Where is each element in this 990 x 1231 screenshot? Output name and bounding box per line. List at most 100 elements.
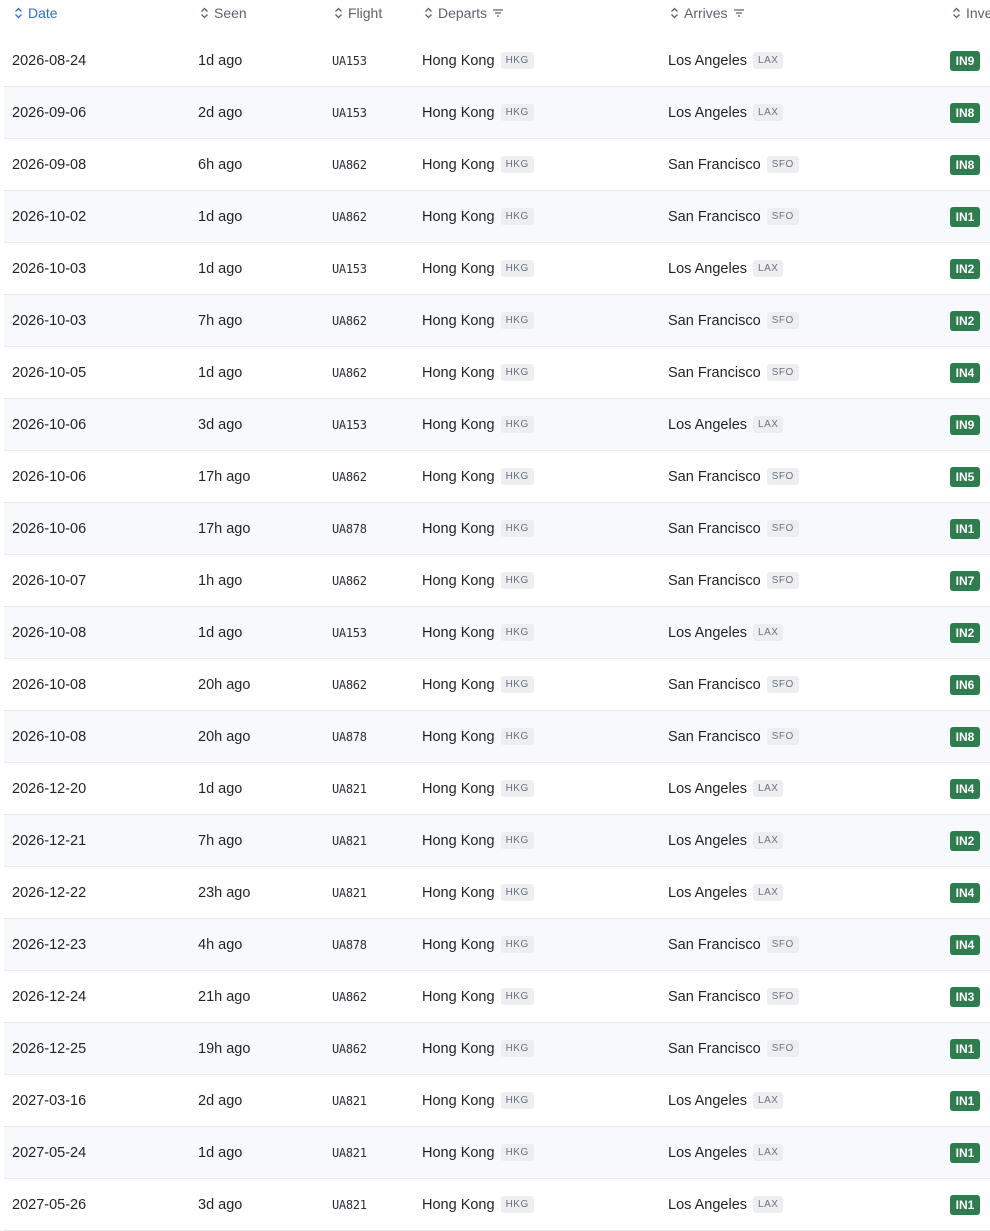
arrival-airport-code: LAX [753,416,784,433]
seen-cell: 3d ago [198,416,243,433]
arrival-city: San Francisco [668,364,761,381]
table-row[interactable]: 2026-10-06 3d ago UA153 Hong Kong HKG Lo… [4,399,990,451]
departs-cell: Hong Kong HKG [422,451,534,502]
inventory-badge: IN4 [950,362,980,383]
inventory-badge: IN1 [950,518,980,539]
table-row[interactable]: 2026-10-05 1d ago UA862 Hong Kong HKG Sa… [4,347,990,399]
departs-cell: Hong Kong HKG [422,711,534,762]
table-row[interactable]: 2026-10-08 1d ago UA153 Hong Kong HKG Lo… [4,607,990,659]
inventory-badge: IN4 [950,778,980,799]
departure-airport-code: HKG [500,676,534,693]
column-header-departs[interactable]: Departs [424,0,504,25]
arrival-city: San Francisco [668,520,761,537]
table-row[interactable]: 2027-05-24 1d ago UA821 Hong Kong HKG Lo… [4,1127,990,1179]
arrival-city: Los Angeles [668,1144,748,1161]
arrival-airport-code: LAX [753,624,784,641]
table-row[interactable]: 2026-10-06 17h ago UA862 Hong Kong HKG S… [4,451,990,503]
table-row[interactable]: 2026-09-06 2d ago UA153 Hong Kong HKG Lo… [4,87,990,139]
inventory-cell: IN1 [950,503,980,554]
arrives-cell: Los Angeles LAX [668,1127,784,1178]
departs-cell: Hong Kong HKG [422,763,534,814]
arrival-airport-code: LAX [753,1196,784,1213]
table-row[interactable]: 2026-10-06 17h ago UA878 Hong Kong HKG S… [4,503,990,555]
date-cell: 2026-12-21 [12,832,87,849]
arrival-airport-code: LAX [753,1092,784,1109]
inventory-cell: IN9 [950,35,980,86]
arrives-cell: San Francisco SFO [668,919,799,970]
departure-city: Hong Kong [422,884,495,901]
departure-airport-code: HKG [500,104,534,121]
inventory-cell: IN1 [950,191,980,242]
filter-icon[interactable] [492,8,504,18]
table-row[interactable]: 2026-12-23 4h ago UA878 Hong Kong HKG Sa… [4,919,990,971]
column-header-inventory[interactable]: Inve [952,0,990,25]
table-row[interactable]: 2027-05-26 3d ago UA821 Hong Kong HKG Lo… [4,1179,990,1231]
departure-city: Hong Kong [422,624,495,641]
column-header-date[interactable]: Date [14,0,58,25]
table-row[interactable]: 2026-12-21 7h ago UA821 Hong Kong HKG Lo… [4,815,990,867]
arrives-cell: Los Angeles LAX [668,763,784,814]
filter-icon[interactable] [733,8,745,18]
sort-icon [670,7,679,19]
arrives-cell: San Francisco SFO [668,295,799,346]
inventory-cell: IN1 [950,1023,980,1074]
seen-cell: 2d ago [198,104,243,121]
inventory-cell: IN2 [950,295,980,346]
table-row[interactable]: 2026-12-24 21h ago UA862 Hong Kong HKG S… [4,971,990,1023]
arrives-cell: Los Angeles LAX [668,87,784,138]
table-row[interactable]: 2026-08-24 1d ago UA153 Hong Kong HKG Lo… [4,35,990,87]
arrives-cell: San Francisco SFO [668,503,799,554]
departs-cell: Hong Kong HKG [422,815,534,866]
flight-number-cell: UA153 [332,261,367,276]
table-row[interactable]: 2027-03-16 2d ago UA821 Hong Kong HKG Lo… [4,1075,990,1127]
departs-cell: Hong Kong HKG [422,867,534,918]
table-row[interactable]: 2026-10-03 1d ago UA153 Hong Kong HKG Lo… [4,243,990,295]
arrival-city: San Francisco [668,156,761,173]
inventory-cell: IN2 [950,815,980,866]
column-header-arrives[interactable]: Arrives [670,0,745,25]
arrives-cell: Los Angeles LAX [668,1075,784,1126]
arrival-city: San Francisco [668,676,761,693]
date-cell: 2026-10-08 [12,624,87,641]
table-row[interactable]: 2026-12-22 23h ago UA821 Hong Kong HKG L… [4,867,990,919]
inventory-badge: IN5 [950,466,980,487]
table-row[interactable]: 2026-12-25 19h ago UA862 Hong Kong HKG S… [4,1023,990,1075]
flight-number-cell: UA153 [332,53,367,68]
inventory-cell: IN4 [950,919,980,970]
arrival-airport-code: SFO [766,1040,799,1057]
inventory-badge: IN1 [950,1090,980,1111]
seen-cell: 19h ago [198,1040,251,1057]
arrives-cell: San Francisco SFO [668,659,799,710]
departs-cell: Hong Kong HKG [422,87,534,138]
arrival-city: Los Angeles [668,260,748,277]
table-row[interactable]: 2026-12-20 1d ago UA821 Hong Kong HKG Lo… [4,763,990,815]
seen-cell: 3d ago [198,1196,243,1213]
date-cell: 2027-03-16 [12,1092,87,1109]
inventory-badge: IN1 [950,206,980,227]
arrival-city: San Francisco [668,208,761,225]
seen-cell: 20h ago [198,676,251,693]
inventory-cell: IN9 [950,399,980,450]
arrival-airport-code: LAX [753,1144,784,1161]
arrival-airport-code: SFO [766,676,799,693]
departure-city: Hong Kong [422,156,495,173]
inventory-cell: IN3 [950,971,980,1022]
date-cell: 2026-10-08 [12,728,87,745]
arrival-airport-code: LAX [753,104,784,121]
sort-icon [952,7,961,19]
departure-city: Hong Kong [422,936,495,953]
table-row[interactable]: 2026-10-07 1h ago UA862 Hong Kong HKG Sa… [4,555,990,607]
table-row[interactable]: 2026-10-02 1d ago UA862 Hong Kong HKG Sa… [4,191,990,243]
departure-airport-code: HKG [500,884,534,901]
column-header-flight[interactable]: Flight [334,0,382,25]
column-header-seen[interactable]: Seen [200,0,247,25]
date-cell: 2027-05-24 [12,1144,87,1161]
table-row[interactable]: 2026-09-08 6h ago UA862 Hong Kong HKG Sa… [4,139,990,191]
inventory-badge: IN4 [950,934,980,955]
table-row[interactable]: 2026-10-08 20h ago UA878 Hong Kong HKG S… [4,711,990,763]
table-row[interactable]: 2026-10-08 20h ago UA862 Hong Kong HKG S… [4,659,990,711]
table-row[interactable]: 2026-10-03 7h ago UA862 Hong Kong HKG Sa… [4,295,990,347]
departs-cell: Hong Kong HKG [422,919,534,970]
column-header-flight-label: Flight [348,4,383,21]
seen-cell: 6h ago [198,156,243,173]
